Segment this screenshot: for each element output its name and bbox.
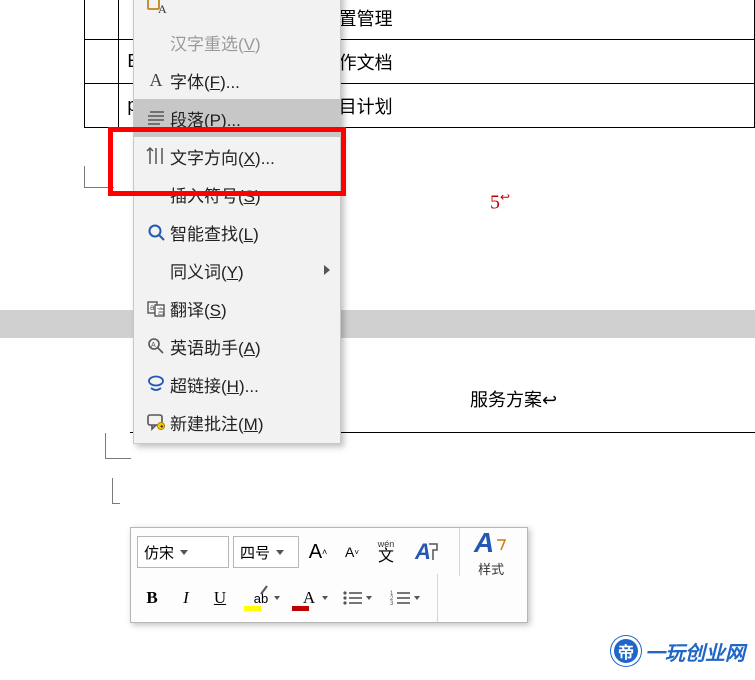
menu-item-hyperlink[interactable]: 超链接(H)... bbox=[134, 365, 340, 403]
svg-text:A: A bbox=[151, 342, 156, 349]
submenu-arrow-icon bbox=[324, 265, 330, 275]
menu-label: 同义词(Y) bbox=[170, 258, 324, 283]
search-icon bbox=[142, 222, 170, 242]
menu-item-new-comment[interactable]: ✦ 新建批注(M) bbox=[134, 403, 340, 441]
translate-icon: a 言 bbox=[142, 298, 170, 318]
menu-label: 英语助手(A) bbox=[170, 334, 330, 359]
menu-label: 段落(P)... bbox=[170, 106, 330, 131]
svg-text:✦: ✦ bbox=[159, 424, 164, 431]
caret-down-icon bbox=[322, 596, 328, 600]
menu-item-synonyms[interactable]: 同义词(Y) bbox=[134, 251, 340, 289]
new-comment-icon: ✦ bbox=[142, 412, 170, 432]
watermark-text: 一玩创业网 bbox=[645, 637, 745, 666]
menu-item-english-assist[interactable]: A 英语助手(A) bbox=[134, 327, 340, 365]
menu-item-font[interactable]: A 字体(F)... bbox=[134, 61, 340, 99]
menu-label: 汉字重选(V) bbox=[170, 30, 330, 55]
table-cell: 制作文档 bbox=[312, 40, 754, 84]
clipboard-a-icon: A bbox=[142, 0, 170, 15]
styles-icon: A bbox=[474, 527, 494, 559]
svg-text:A: A bbox=[158, 2, 167, 15]
highlight-color-button[interactable]: ab bbox=[239, 582, 283, 614]
svg-text:言: 言 bbox=[157, 306, 165, 316]
menu-item-smart-lookup[interactable]: 智能查找(L) bbox=[134, 213, 340, 251]
menu-item-paste-special[interactable]: A bbox=[134, 0, 340, 23]
font-color-button[interactable]: A bbox=[287, 582, 331, 614]
caret-down-icon bbox=[414, 596, 420, 600]
menu-label: 字体(F)... bbox=[170, 68, 330, 93]
watermark-badge-icon: 帝 bbox=[611, 636, 641, 666]
menu-label: 文字方向(X)... bbox=[170, 144, 330, 169]
menu-item-translate[interactable]: a 言 翻译(S) bbox=[134, 289, 340, 327]
menu-label: 超链接(H)... bbox=[170, 372, 330, 397]
menu-label: 翻译(S) bbox=[170, 296, 330, 321]
font-name-value: 仿宋 bbox=[144, 542, 174, 563]
caret-down-icon bbox=[276, 550, 284, 555]
page-number: 5↩ bbox=[490, 190, 510, 215]
svg-text:a: a bbox=[150, 303, 155, 312]
gutter-mark bbox=[105, 433, 131, 459]
english-assist-icon: A bbox=[142, 336, 170, 356]
context-menu: A 汉字重选(V) A 字体(F)... 段落(P)... bbox=[133, 0, 341, 444]
menu-item-insert-symbol[interactable]: 插入符号(S) bbox=[134, 175, 340, 213]
menu-label: 插入符号(S) bbox=[170, 182, 330, 207]
menu-item-text-direction[interactable]: 文字方向(X)... bbox=[134, 137, 340, 175]
highlight-swatch bbox=[244, 606, 261, 611]
caret-down-icon bbox=[366, 596, 372, 600]
underline-button[interactable]: U bbox=[205, 582, 235, 614]
font-size-value: 四号 bbox=[240, 542, 270, 563]
numbering-button[interactable]: 1 2 3 bbox=[383, 582, 427, 614]
link-icon bbox=[142, 374, 170, 394]
separator bbox=[459, 528, 460, 576]
gutter-mark bbox=[84, 166, 114, 188]
format-painter-button[interactable]: A bbox=[405, 536, 449, 568]
bullets-button[interactable] bbox=[335, 582, 379, 614]
caret-down-icon bbox=[274, 596, 280, 600]
caret-down-icon bbox=[180, 550, 188, 555]
menu-label: 智能查找(L) bbox=[170, 220, 330, 245]
page-break bbox=[0, 310, 755, 338]
table-cell: 配置管理 bbox=[312, 0, 754, 40]
menu-item-cjk-reselect[interactable]: 汉字重选(V) bbox=[134, 23, 340, 61]
font-size-select[interactable]: 四号 bbox=[233, 536, 299, 568]
gutter-mark bbox=[112, 478, 120, 504]
phonetic-guide-button[interactable]: wén 文 bbox=[371, 536, 401, 568]
grow-font-button[interactable]: A˄ bbox=[303, 536, 333, 568]
bold-button[interactable]: B bbox=[137, 582, 167, 614]
watermark: 帝 一玩创业网 bbox=[611, 636, 745, 666]
svg-text:3: 3 bbox=[390, 601, 394, 607]
table-cell: 项目计划 bbox=[312, 84, 754, 128]
text-direction-icon bbox=[142, 146, 170, 166]
styles-label: 样式 bbox=[478, 559, 504, 578]
shrink-font-button[interactable]: A˅ bbox=[337, 536, 367, 568]
fontcolor-swatch bbox=[292, 606, 309, 611]
menu-item-paragraph[interactable]: 段落(P)... bbox=[134, 99, 340, 137]
mini-toolbar: 仿宋 四号 A˄ A˅ wén 文 A A bbox=[130, 527, 528, 623]
italic-button[interactable]: I bbox=[171, 582, 201, 614]
separator bbox=[437, 574, 438, 622]
paragraph-icon bbox=[142, 109, 170, 127]
document-text: 服务方案↩ bbox=[470, 386, 557, 412]
styles-button[interactable]: A 样式 bbox=[470, 527, 512, 578]
menu-label: 新建批注(M) bbox=[170, 410, 330, 435]
font-icon: A bbox=[142, 70, 170, 91]
font-name-select[interactable]: 仿宋 bbox=[137, 536, 229, 568]
